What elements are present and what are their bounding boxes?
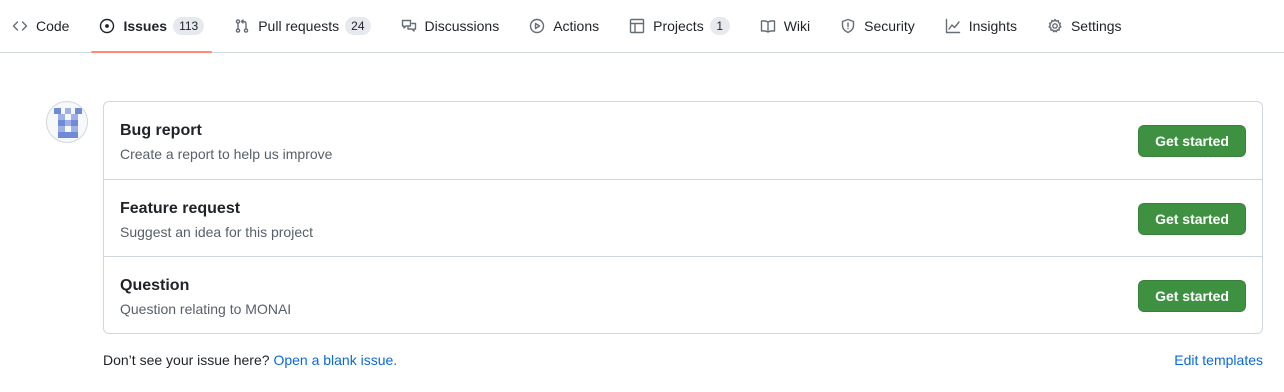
code-icon [12,18,28,34]
gear-icon [1047,18,1063,34]
template-title: Bug report [120,122,202,139]
pull-requests-count-badge: 24 [345,17,371,35]
comment-discussion-icon [401,18,417,34]
tab-settings[interactable]: Settings [1039,0,1130,52]
prompt-text: Don’t see your issue here? [103,352,270,368]
projects-count-badge: 1 [709,17,730,35]
template-title: Feature request [120,200,241,217]
play-icon [529,18,545,34]
tab-label: Security [864,18,915,34]
tab-security[interactable]: Security [832,0,923,52]
tab-projects[interactable]: Projects 1 [621,0,738,52]
tab-pull-requests[interactable]: Pull requests 24 [226,0,378,52]
template-bug-report: Bug report Create a report to help us im… [104,102,1262,179]
book-icon [760,18,776,34]
tab-code[interactable]: Code [4,0,77,52]
tab-label: Actions [553,18,600,34]
issue-opened-icon [99,18,115,34]
tab-issues[interactable]: Issues 113 [91,0,212,53]
repo-tab-nav: Code Issues 113 Pull requests 24 Discuss… [0,0,1284,53]
tab-label: Code [36,18,70,34]
tab-discussions[interactable]: Discussions [393,0,508,52]
template-description: Question relating to MONAI [120,301,292,317]
tab-actions[interactable]: Actions [521,0,607,52]
tab-label: Projects [653,18,704,34]
get-started-button-feature-request[interactable]: Get started [1138,203,1246,235]
template-feature-request: Feature request Suggest an idea for this… [104,179,1262,256]
tab-label: Pull requests [258,18,340,34]
tab-label: Issues [123,18,168,34]
tab-insights[interactable]: Insights [937,0,1025,52]
issues-count-badge: 113 [173,17,205,35]
template-question: Question Question relating to MONAI Get … [104,256,1262,333]
template-description: Suggest an idea for this project [120,224,314,240]
issue-template-list: Bug report Create a report to help us im… [103,101,1263,334]
get-started-button-question[interactable]: Get started [1138,280,1246,312]
get-started-button-bug-report[interactable]: Get started [1138,125,1246,157]
git-pull-request-icon [234,18,250,34]
blank-issue-prompt: Don’t see your issue here? Open a blank … [103,352,397,368]
tab-wiki[interactable]: Wiki [752,0,818,52]
tab-label: Insights [968,18,1017,34]
tab-label: Settings [1070,18,1122,34]
open-blank-issue-link[interactable]: Open a blank issue. [273,352,397,368]
template-title: Question [120,277,190,294]
tab-label: Discussions [424,18,500,34]
table-icon [629,18,645,34]
template-description: Create a report to help us improve [120,146,333,162]
identicon-pattern [54,108,82,138]
identicon-avatar [46,101,88,143]
tab-label: Wiki [783,18,811,34]
shield-icon [840,18,856,34]
graph-icon [945,18,961,34]
edit-templates-link[interactable]: Edit templates [1174,352,1263,368]
edit-templates-container: Edit templates [1174,352,1263,368]
